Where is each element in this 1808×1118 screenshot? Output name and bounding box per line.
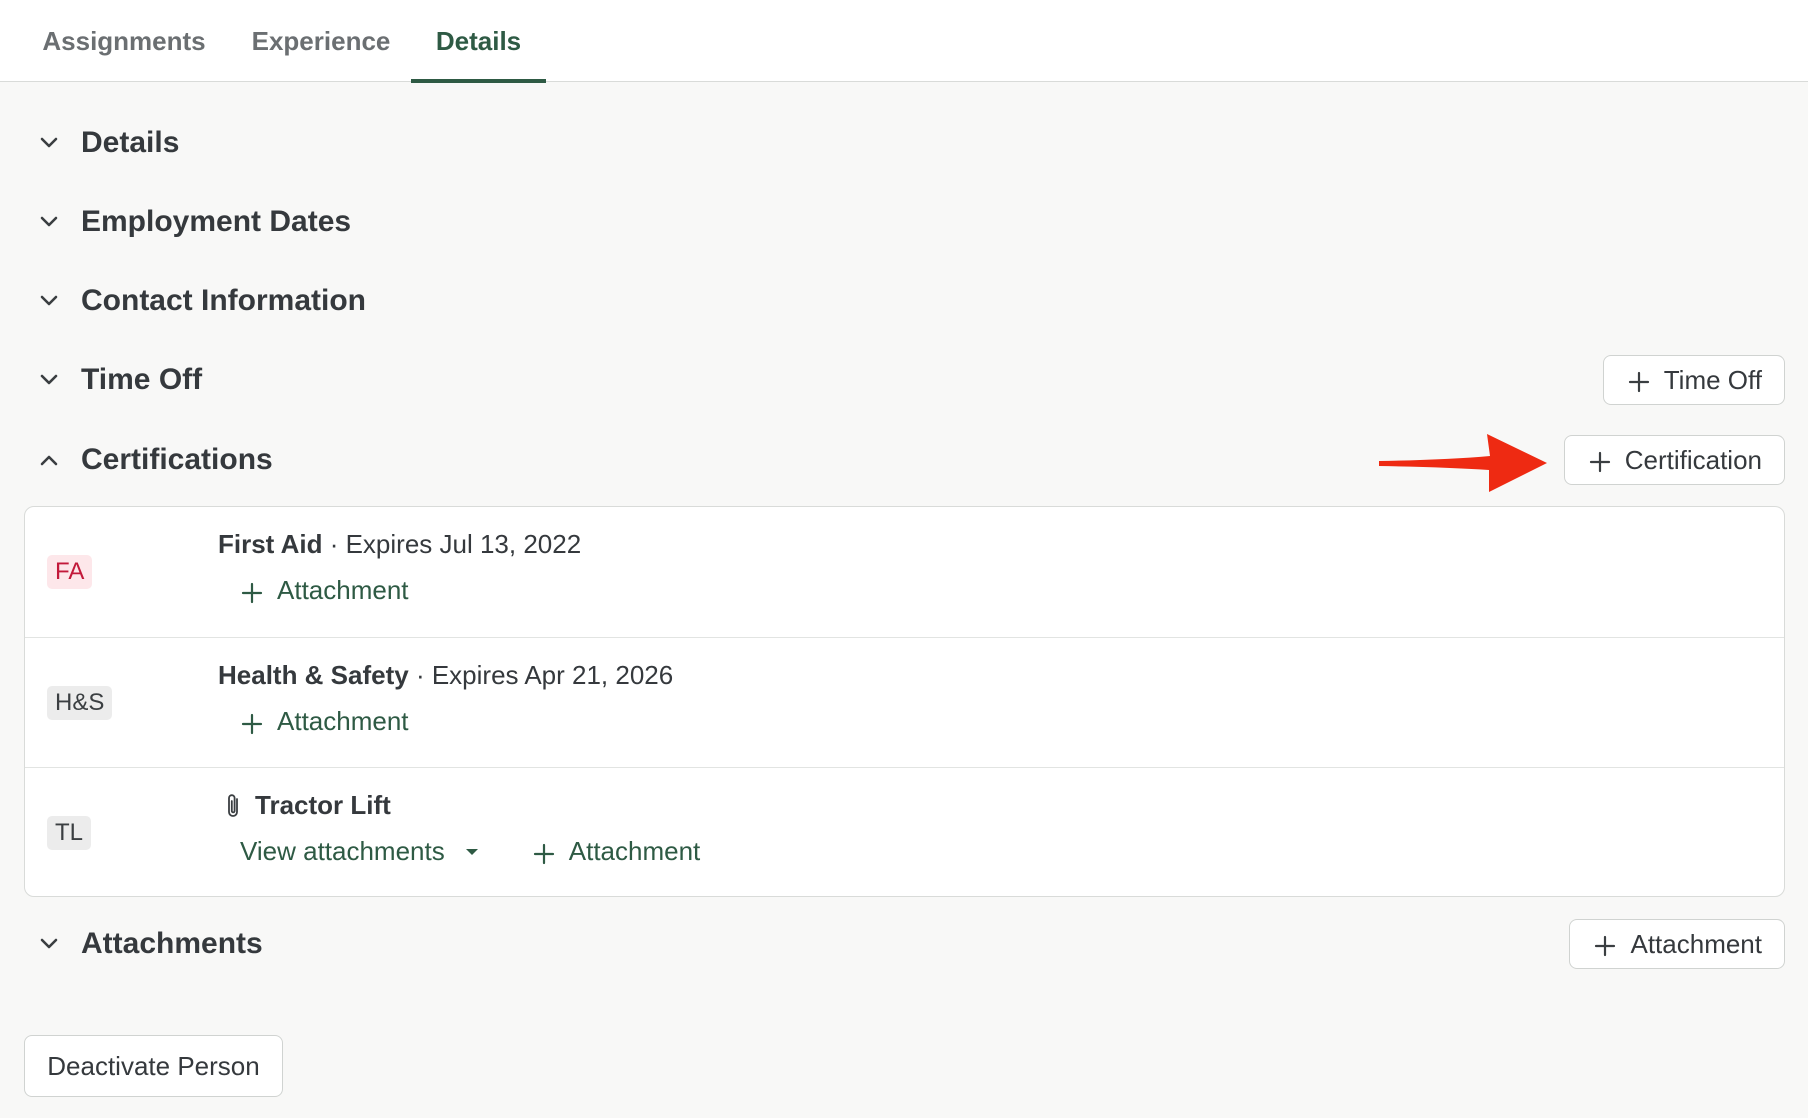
add-certification-button[interactable]: Certification [1563,435,1785,485]
section-attachments-header[interactable]: Attachments Attachment [0,914,1808,974]
view-attachments-label: View attachments [240,836,445,866]
certification-name: Tractor Lift [255,790,391,820]
section-title-attachments[interactable]: Attachments [81,927,263,961]
certification-row-tractor-lift[interactable]: TL Tractor Lift View attachments Attachm… [25,767,1784,896]
tab-bar: Assignments Experience Details [0,0,1808,83]
plus-icon [241,580,263,603]
section-details-header[interactable]: Details [0,113,1808,173]
add-time-off-button[interactable]: Time Off [1602,355,1785,405]
add-certification-label: Certification [1624,444,1762,475]
plus-icon [241,711,263,734]
person-details-page: Assignments Experience Details Details E… [0,0,1808,1118]
deactivate-person-button[interactable]: Deactivate Person [24,1035,283,1097]
plus-icon [1628,369,1650,393]
certification-row-first-aid[interactable]: FA First Aid · Expires Jul 13, 2022 Atta… [25,507,1784,637]
section-title-contact-information[interactable]: Contact Information [81,284,366,318]
tab-experience[interactable]: Experience [252,0,391,82]
certification-actions: Attachment [241,575,409,606]
certification-name: First Aid [218,529,323,559]
add-attachment-label: Attachment [568,836,701,866]
add-time-off-label: Time Off [1663,364,1762,395]
section-employment-dates-header[interactable]: Employment Dates [0,192,1808,252]
chevron-down-icon[interactable] [36,288,62,314]
certification-badge: H&S [47,685,113,720]
caret-down-icon [465,848,478,855]
chevron-down-icon[interactable] [36,209,62,235]
view-attachments-dropdown[interactable]: View attachments [240,836,479,867]
section-title-certifications[interactable]: Certifications [81,443,273,477]
certification-actions: Attachment [241,706,409,737]
section-title-details[interactable]: Details [81,126,179,160]
chevron-down-icon[interactable] [36,367,62,393]
annotation-arrow-icon [1379,434,1547,492]
paperclip-icon [228,793,238,817]
add-attachment-label: Attachment [277,706,409,736]
add-attachment-link[interactable]: Attachment [241,575,409,606]
certification-badge: TL [47,815,92,850]
chevron-down-icon[interactable] [36,931,62,957]
tab-details[interactable]: Details [411,0,546,83]
certification-row-health-safety[interactable]: H&S Health & Safety · Expires Apr 21, 20… [25,637,1784,767]
certifications-list: FA First Aid · Expires Jul 13, 2022 Atta… [24,506,1785,897]
plus-icon [533,841,555,864]
plus-icon [1594,933,1616,957]
chevron-down-icon[interactable] [36,130,62,156]
certification-title: Tractor Lift [223,790,391,821]
certification-expiry: · Expires Apr 21, 2026 [408,660,674,690]
certification-expiry: · Expires Jul 13, 2022 [322,529,582,559]
certification-badge: FA [47,555,93,589]
add-attachment-link[interactable]: Attachment [533,836,701,867]
section-time-off-header[interactable]: Time Off Time Off [0,350,1808,410]
chevron-up-icon[interactable] [36,447,62,473]
plus-icon [1589,449,1611,473]
certification-name: Health & Safety [218,660,409,690]
add-attachment-link[interactable]: Attachment [241,706,409,737]
add-attachment-button[interactable]: Attachment [1569,919,1785,969]
certification-title: First Aid · Expires Jul 13, 2022 [218,529,581,560]
section-title-employment-dates[interactable]: Employment Dates [81,205,351,239]
certification-actions: View attachments Attachment [240,836,700,867]
section-contact-information-header[interactable]: Contact Information [0,271,1808,331]
section-title-time-off[interactable]: Time Off [81,363,202,397]
tab-assignments[interactable]: Assignments [42,0,205,82]
add-attachment-label: Attachment [277,575,409,605]
certification-title: Health & Safety · Expires Apr 21, 2026 [218,660,673,691]
add-attachment-button-label: Attachment [1630,928,1762,959]
